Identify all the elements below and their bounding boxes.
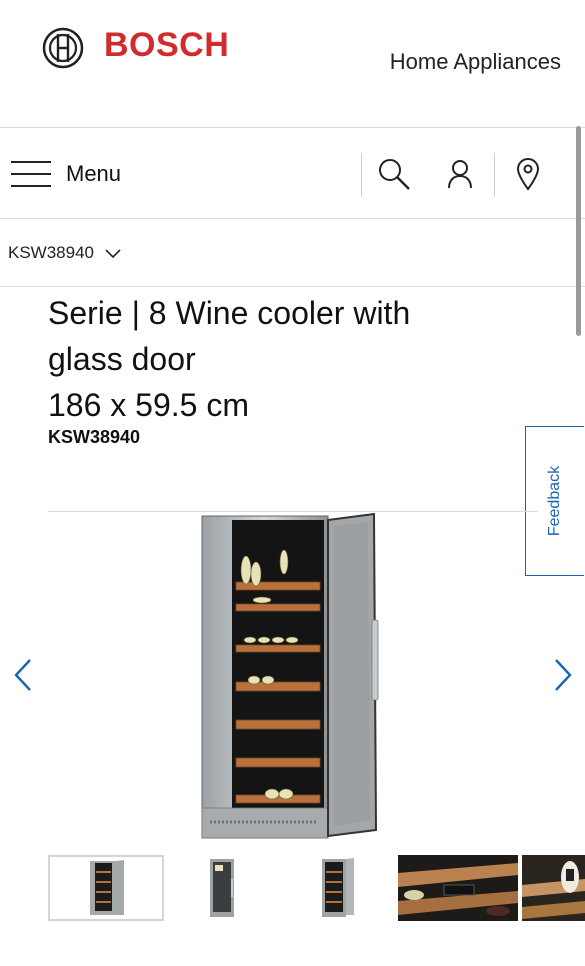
thumbnail-image[interactable] xyxy=(398,855,518,921)
menu-label: Menu xyxy=(66,161,122,186)
feedback-tab[interactable]: Feedback xyxy=(525,426,584,576)
product-sku: KSW38940 xyxy=(48,427,141,447)
thumbnail-image[interactable] xyxy=(310,855,368,921)
bosch-armature-icon[interactable] xyxy=(42,27,84,69)
hamburger-icon xyxy=(11,161,51,187)
account-button[interactable] xyxy=(442,156,478,192)
scrollbar[interactable] xyxy=(576,126,581,336)
location-pin-icon xyxy=(516,158,540,191)
nav-divider xyxy=(494,153,495,197)
thumbnail-image[interactable] xyxy=(522,855,585,921)
breadcrumb-label: KSW38940 xyxy=(8,243,94,262)
store-locator-button[interactable] xyxy=(510,156,546,192)
product-dimensions: 186 x 59.5 cm xyxy=(48,387,249,423)
product-title: Serie | 8 Wine cooler with glass door xyxy=(48,295,411,377)
chevron-left-icon[interactable] xyxy=(10,655,40,695)
chevron-right-icon[interactable] xyxy=(548,655,578,695)
site-section-title: Home Appliances xyxy=(389,49,561,74)
header-divider xyxy=(0,127,585,128)
search-icon xyxy=(379,159,410,190)
brand-name[interactable]: BOSCH xyxy=(104,26,229,65)
breadcrumb[interactable]: KSW38940 xyxy=(8,242,122,264)
chevron-down-icon xyxy=(105,249,121,259)
menu-button[interactable]: Menu xyxy=(10,150,160,198)
breadcrumb-divider xyxy=(0,286,585,287)
thumbnail-image[interactable] xyxy=(198,855,248,921)
nav-divider-bottom xyxy=(0,218,585,219)
feedback-label: Feedback xyxy=(546,465,563,537)
user-icon xyxy=(448,160,472,189)
product-image[interactable] xyxy=(198,512,388,844)
nav-divider xyxy=(361,153,362,197)
search-button[interactable] xyxy=(376,156,412,192)
thumbnail-image[interactable] xyxy=(48,855,164,921)
